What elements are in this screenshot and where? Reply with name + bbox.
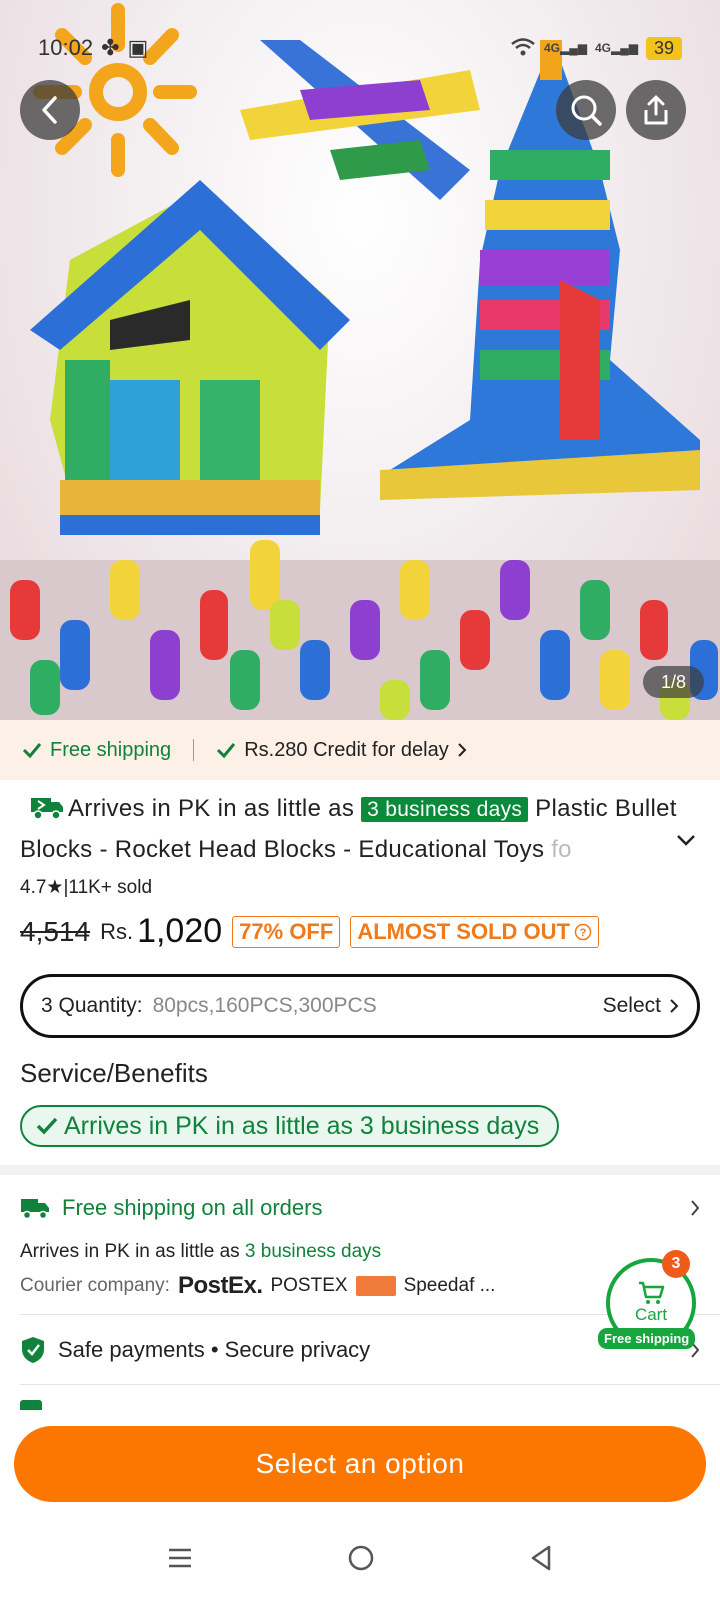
courier-speedaf: Speedaf ...: [403, 1275, 496, 1296]
cart-label: Cart: [634, 1305, 668, 1324]
current-price: 1,020: [137, 912, 223, 950]
divider: [20, 1384, 720, 1385]
status-bar: 10:02 ✤ ▣ 4G▂▄▆ 4G▂▄▆ 39: [38, 30, 682, 66]
delay-credit-link[interactable]: Rs.280 Credit for delay: [216, 739, 467, 762]
rating-value: 4.7: [20, 877, 47, 898]
arrives-days: 3 business days: [244, 1241, 382, 1262]
triangle-back-icon: [531, 1545, 551, 1570]
signal-icon-1: 4G▂▄▆: [544, 41, 587, 55]
check-icon: [22, 743, 42, 759]
postex-logo: PostEx.: [177, 1272, 263, 1299]
shield-check-icon: [22, 1337, 44, 1363]
currency-label: Rs.: [100, 918, 134, 944]
next-row-partial: [20, 1400, 700, 1410]
home-button[interactable]: [347, 1544, 375, 1577]
star-icon: ★: [46, 877, 64, 898]
home-circle-icon: [348, 1545, 374, 1570]
sold-count: 11K+ sold: [68, 877, 153, 898]
price-row: 4,514 Rs. 1,020 77% OFF ALMOST SOLD OUT …: [20, 912, 599, 951]
house-model: [30, 180, 350, 535]
system-navigation-bar: [0, 1520, 720, 1600]
chevron-down-icon: [677, 835, 695, 846]
menu-icon: [169, 1548, 191, 1567]
loose-blocks: [0, 540, 720, 720]
rating-row[interactable]: 4.7★|11K+ sold: [20, 876, 152, 899]
courier-label: Courier company:: [20, 1275, 170, 1296]
divider: [193, 739, 195, 761]
check-icon: [36, 1117, 58, 1135]
courier-postex: POSTEX: [270, 1275, 348, 1296]
free-shipping-tag: Free shipping: [22, 739, 171, 762]
original-price: 4,514: [20, 915, 91, 947]
product-title: Arrives in PK in as little as 3 business…: [20, 790, 680, 868]
arrives-prefix: Arrives in PK in as little as: [68, 795, 355, 822]
wifi-icon: [510, 37, 536, 60]
notification-icon: ✤: [101, 35, 120, 60]
chevron-right-icon: [691, 1200, 700, 1216]
svg-text:?: ?: [580, 927, 587, 939]
share-icon: [644, 95, 668, 125]
back-nav-button[interactable]: [529, 1544, 553, 1577]
shipping-benefits-strip[interactable]: Free shipping Rs.280 Credit for delay: [0, 720, 720, 780]
safe-payments-label: Safe payments • Secure privacy: [58, 1337, 371, 1362]
chevron-right-icon: [458, 743, 467, 757]
search-icon: [571, 95, 602, 126]
select-quantity-button[interactable]: Select: [603, 994, 679, 1018]
speedaf-logo: [355, 1276, 396, 1296]
search-button[interactable]: [556, 80, 616, 140]
fast-delivery-truck-icon: [30, 794, 64, 831]
title-fade-text: fo: [551, 836, 572, 863]
free-shipping-row[interactable]: Free shipping on all orders: [20, 1195, 700, 1221]
help-icon[interactable]: ?: [574, 923, 592, 941]
cart-count-badge: 3: [662, 1250, 690, 1278]
delay-credit-label: Rs.280 Credit for delay: [244, 738, 449, 761]
status-time: 10:02: [38, 35, 94, 60]
check-icon: [217, 743, 236, 759]
quantity-selector[interactable]: 3 Quantity: 80pcs,160PCS,300PCS Select: [20, 974, 700, 1038]
discount-tag: 77% OFF: [232, 915, 341, 948]
free-shipping-title: Free shipping on all orders: [62, 1195, 323, 1220]
chevron-left-icon: [42, 96, 57, 124]
product-image-gallery[interactable]: 10:02 ✤ ▣ 4G▂▄▆ 4G▂▄▆ 39 1/8: [0, 0, 720, 720]
arrives-info: Arrives in PK in as little as 3 business…: [20, 1241, 382, 1262]
app-icon: ▣: [127, 35, 149, 60]
quantity-options: 80pcs,160PCS,300PCS: [152, 994, 377, 1017]
chevron-right-icon: [670, 999, 679, 1013]
service-benefits-heading: Service/Benefits: [20, 1058, 208, 1088]
cart-free-shipping-tag: Free shipping: [598, 1328, 696, 1349]
signal-icon-2: 4G▂▄▆: [594, 41, 638, 55]
section-divider: [0, 1165, 720, 1175]
free-shipping-label: Free shipping: [50, 738, 172, 761]
courier-info: Courier company: PostEx. POSTEX Speedaf …: [20, 1272, 495, 1300]
select-option-button[interactable]: Select an option: [14, 1426, 706, 1502]
expand-title-button[interactable]: [676, 833, 696, 851]
back-button[interactable]: [20, 80, 80, 140]
almost-sold-out-tag[interactable]: ALMOST SOLD OUT ?: [350, 915, 599, 948]
recent-apps-button[interactable]: [167, 1547, 193, 1574]
share-button[interactable]: [626, 80, 686, 140]
quantity-label: 3 Quantity:: [41, 994, 143, 1017]
image-counter: 1/8: [642, 666, 704, 698]
arrives-days-badge: 3 business days: [361, 797, 529, 822]
battery-icon: 39: [645, 36, 682, 60]
delivery-truck-icon: [21, 1199, 49, 1220]
cart-icon: [639, 1281, 665, 1304]
delivery-benefit-pill: Arrives in PK in as little as 3 business…: [20, 1105, 560, 1147]
